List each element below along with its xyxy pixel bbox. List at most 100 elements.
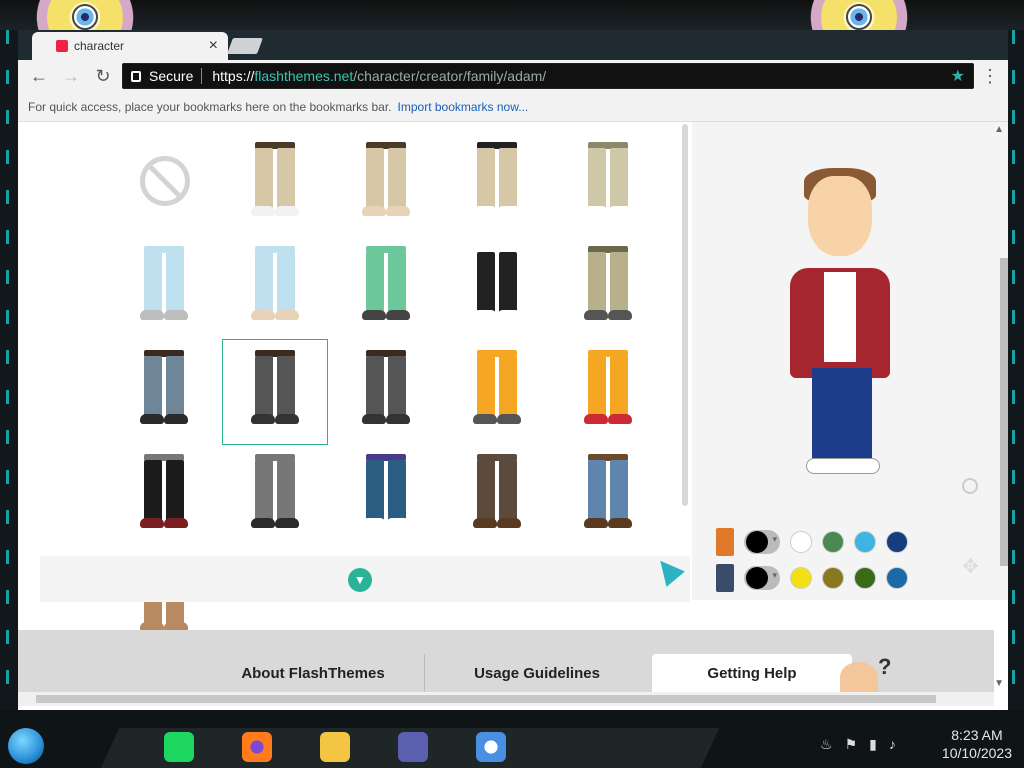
back-icon[interactable]: ← <box>26 63 52 89</box>
character-pants <box>812 368 872 468</box>
menu-dots-icon[interactable]: ⋮ <box>980 66 1000 87</box>
color-dropdown[interactable]: ▾ <box>744 566 780 590</box>
start-button[interactable] <box>8 728 44 764</box>
bookmarks-hint: For quick access, place your bookmarks h… <box>28 99 392 114</box>
url-path: /character/creator/family/adam/ <box>353 68 547 84</box>
clothing-item[interactable] <box>112 132 216 236</box>
flag-icon[interactable]: ⚑ <box>845 736 858 753</box>
color-dropdown[interactable]: ▾ <box>744 530 780 554</box>
forward-icon[interactable]: → <box>58 63 84 89</box>
color-swatch[interactable] <box>790 531 812 553</box>
character-figure <box>788 168 898 478</box>
color-swatch[interactable] <box>854 567 876 589</box>
pants-icon <box>251 142 299 222</box>
fire-icon[interactable]: ♨ <box>820 736 833 753</box>
pants-icon <box>584 454 632 534</box>
clothing-item[interactable] <box>334 340 438 444</box>
clothing-item[interactable] <box>445 236 549 340</box>
footer-help-tab[interactable]: Getting Help <box>652 654 852 692</box>
import-bookmarks-link[interactable]: Import bookmarks now... <box>398 100 529 114</box>
new-tab-button[interactable] <box>227 38 263 54</box>
scroll-down-arrow-icon[interactable]: ▼ <box>994 678 1004 689</box>
clothing-item[interactable] <box>112 340 216 444</box>
pants-icon <box>584 350 632 430</box>
color-swatch[interactable] <box>790 567 812 589</box>
page-content: ▼ ✥ ▾ ▾ About FlashThemes Usage Guideline… <box>18 122 1008 710</box>
app-window-icon[interactable] <box>398 732 428 762</box>
desktop-left-frame <box>0 30 18 710</box>
color-swatch[interactable] <box>886 531 908 553</box>
clothing-item[interactable] <box>556 236 660 340</box>
clothing-item[interactable] <box>556 340 660 444</box>
clothing-item[interactable] <box>556 444 660 548</box>
horizontal-scroll-thumb[interactable] <box>36 695 936 703</box>
pants-icon <box>362 142 410 222</box>
pants-icon <box>251 246 299 326</box>
clothing-item[interactable] <box>112 444 216 548</box>
color-row: ▾ <box>716 528 908 556</box>
character-preview: ✥ ▾ ▾ <box>692 122 1008 600</box>
clothing-item[interactable] <box>445 132 549 236</box>
network-icon[interactable]: ▮ <box>869 736 877 753</box>
volume-icon[interactable]: ♪ <box>889 736 896 753</box>
clothing-item[interactable] <box>556 132 660 236</box>
reload-icon[interactable]: ↻ <box>90 63 116 89</box>
clothing-item[interactable] <box>223 236 327 340</box>
firefox-icon[interactable] <box>242 732 272 762</box>
pants-icon <box>473 246 521 326</box>
clock-time: 8:23 AM <box>951 727 1003 743</box>
no-clothing-icon <box>140 156 190 206</box>
pants-icon <box>362 350 410 430</box>
desktop-right-frame <box>1006 30 1024 710</box>
color-row: ▾ <box>716 564 908 592</box>
character-shoes <box>806 458 880 474</box>
scroll-down-button[interactable]: ▼ <box>348 568 372 592</box>
color-swatch[interactable] <box>822 531 844 553</box>
clothing-item[interactable] <box>222 339 328 445</box>
pants-icon <box>473 454 521 534</box>
browser-tab[interactable]: character × <box>32 32 228 60</box>
horizontal-scrollbar[interactable] <box>18 692 994 706</box>
mascot-eye-icon <box>72 4 98 30</box>
pants-icon <box>140 454 188 534</box>
clothing-item[interactable] <box>445 444 549 548</box>
pants-part-icon <box>716 528 734 556</box>
clock-date: 10/10/2023 <box>941 745 1012 761</box>
color-swatch[interactable] <box>822 567 844 589</box>
divider <box>201 68 203 84</box>
address-bar[interactable]: Secure https:// flashthemes.net /charact… <box>122 63 974 89</box>
footer-about-link[interactable]: About FlashThemes <box>218 654 408 692</box>
footer-guidelines-link[interactable]: Usage Guidelines <box>442 654 632 692</box>
move-icon[interactable]: ✥ <box>962 554 979 579</box>
secure-label: Secure <box>149 68 194 84</box>
browser-toolbar: ← → ↻ Secure https:// flashthemes.net /c… <box>18 60 1008 92</box>
chrome-icon[interactable] <box>476 732 506 762</box>
color-swatch[interactable] <box>886 567 908 589</box>
close-tab-icon[interactable]: × <box>209 37 218 55</box>
url-scheme: https:// <box>212 68 255 84</box>
clothing-item[interactable] <box>223 444 327 548</box>
color-swatch[interactable] <box>854 531 876 553</box>
clothing-item[interactable] <box>334 236 438 340</box>
clothing-grid <box>40 122 690 632</box>
bookmark-star-icon[interactable]: ★ <box>951 66 965 86</box>
file-explorer-icon[interactable] <box>320 732 350 762</box>
clothing-item[interactable] <box>112 236 216 340</box>
clothing-item[interactable] <box>223 132 327 236</box>
page-scroll-thumb[interactable] <box>1000 258 1008 566</box>
clothing-item[interactable] <box>334 132 438 236</box>
pants-icon <box>251 350 299 430</box>
clothing-item[interactable] <box>445 340 549 444</box>
spotify-icon[interactable] <box>164 732 194 762</box>
footer-divider <box>424 654 425 692</box>
help-question-mark: ? <box>878 654 892 679</box>
lock-icon <box>131 70 141 82</box>
grid-scrollbar[interactable] <box>682 124 688 506</box>
clothing-item[interactable] <box>334 444 438 548</box>
taskbar-clock[interactable]: 8:23 AM 10/10/2023 <box>942 726 1012 762</box>
favicon-icon <box>56 40 68 52</box>
help-character-icon <box>840 662 878 692</box>
scroll-up-arrow-icon[interactable]: ▲ <box>994 124 1004 135</box>
zoom-icon[interactable] <box>962 478 978 494</box>
page-scrollbar[interactable] <box>998 126 1008 600</box>
